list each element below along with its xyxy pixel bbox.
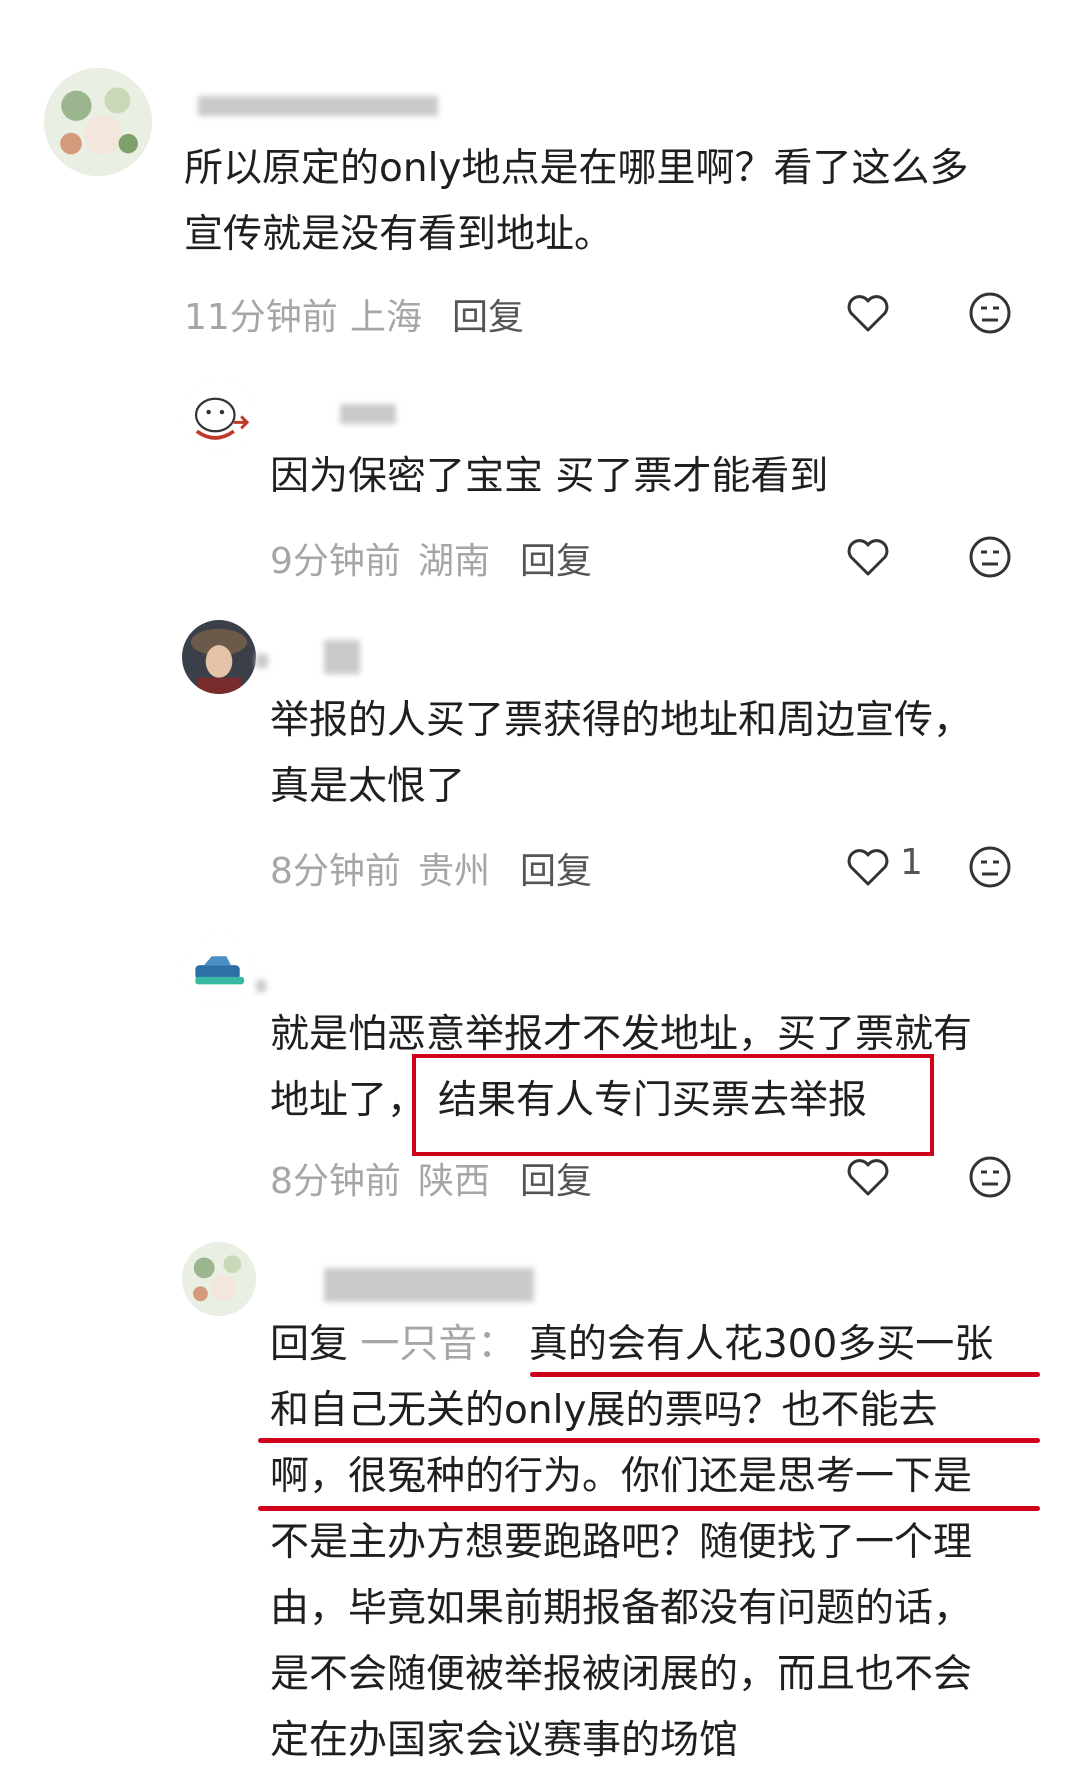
- comment-text-line: 不是主办方想要跑路吧？随便找了一个理: [270, 1520, 973, 1565]
- comment-time: 8分钟前: [270, 851, 401, 892]
- comment-location: 上海: [350, 297, 423, 338]
- avatar[interactable]: [44, 68, 152, 176]
- like-count: 1: [900, 842, 923, 883]
- heart-icon[interactable]: [846, 293, 890, 333]
- comment-text-line: 所以原定的only地点是在哪里啊？看了这么多: [184, 146, 969, 191]
- avatar[interactable]: [182, 378, 256, 452]
- reply-button[interactable]: 回复: [520, 532, 592, 584]
- underline-mark: [530, 1372, 1040, 1377]
- highlight-box: [412, 1054, 934, 1156]
- comment-time: 9分钟前: [270, 541, 401, 582]
- comment-text-line: 宣传就是没有看到地址。: [184, 212, 614, 257]
- avatar[interactable]: [182, 1242, 256, 1316]
- comment-text-line: 定在办国家会议赛事的场馆: [270, 1718, 739, 1763]
- reply-target[interactable]: 一只音：: [360, 1322, 516, 1367]
- underlined-text: 真的会有人花300多买一张: [528, 1322, 994, 1367]
- heart-icon[interactable]: [846, 1157, 890, 1197]
- comment-time: 11分钟前: [184, 297, 338, 338]
- comment-text-line: 地址了，: [270, 1078, 427, 1123]
- comment-time: 8分钟前: [270, 1161, 401, 1202]
- comment-text-line: 因为保密了宝宝 买了票才能看到: [270, 454, 829, 499]
- underlined-text: 啊，很冤种的行为。你们还是思考一下是: [270, 1454, 973, 1499]
- dislike-face-icon[interactable]: [968, 291, 1012, 335]
- reply-button[interactable]: 回复: [452, 288, 524, 340]
- comment-text-line: 回复 一只音： 真的会有人花300多买一张: [270, 1312, 993, 1378]
- underline-mark: [258, 1506, 1040, 1511]
- heart-icon[interactable]: [846, 847, 890, 887]
- avatar[interactable]: [182, 620, 256, 694]
- reply-prefix: 回复: [270, 1322, 349, 1367]
- dislike-face-icon[interactable]: [968, 1155, 1012, 1199]
- dislike-face-icon[interactable]: [968, 845, 1012, 889]
- comment-text-line: 由，毕竟如果前期报备都没有问题的话，: [270, 1586, 973, 1631]
- comment-text-line: 是不会随便被举报被闭展的，而且也不会: [270, 1652, 973, 1697]
- heart-icon[interactable]: [846, 537, 890, 577]
- comment-location: 贵州: [418, 851, 491, 892]
- comment-text-line: 真是太恨了: [270, 764, 466, 809]
- dislike-face-icon[interactable]: [968, 535, 1012, 579]
- underline-mark: [258, 1438, 1040, 1443]
- reply-button[interactable]: 回复: [520, 842, 592, 894]
- comment-text-line: 举报的人买了票获得的地址和周边宣传，: [270, 698, 973, 743]
- comment-location: 湖南: [418, 541, 491, 582]
- underlined-text: 和自己无关的only展的票吗？也不能去: [270, 1388, 938, 1433]
- comment-location: 陕西: [418, 1161, 491, 1202]
- avatar[interactable]: [182, 934, 256, 1008]
- reply-button[interactable]: 回复: [520, 1152, 592, 1204]
